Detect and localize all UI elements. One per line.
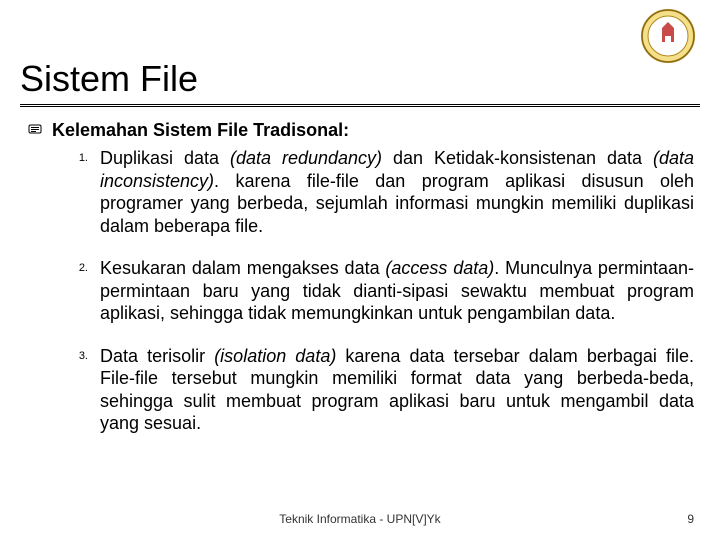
item-number: 1. xyxy=(74,147,88,164)
list-item: 3. Data terisolir (isolation data) karen… xyxy=(74,345,694,435)
university-seal-icon xyxy=(640,8,696,64)
item-text: Duplikasi data (data redundancy) dan Ket… xyxy=(100,147,694,237)
content-area: Kelemahan Sistem File Tradisonal: 1. Dup… xyxy=(28,120,694,455)
item-number: 3. xyxy=(74,345,88,362)
item-number: 2. xyxy=(74,257,88,274)
bullet-icon xyxy=(28,122,42,141)
section-heading: Kelemahan Sistem File Tradisonal: xyxy=(52,120,349,141)
list-item: 1. Duplikasi data (data redundancy) dan … xyxy=(74,147,694,237)
page-title: Sistem File xyxy=(20,58,198,100)
footer-text: Teknik Informatika - UPN[V]Yk xyxy=(0,512,720,526)
title-underline xyxy=(20,104,700,107)
list-item: 2. Kesukaran dalam mengakses data (acces… xyxy=(74,257,694,325)
item-text: Kesukaran dalam mengakses data (access d… xyxy=(100,257,694,325)
page-number: 9 xyxy=(687,512,694,526)
item-text: Data terisolir (isolation data) karena d… xyxy=(100,345,694,435)
points-list: 1. Duplikasi data (data redundancy) dan … xyxy=(74,147,694,435)
